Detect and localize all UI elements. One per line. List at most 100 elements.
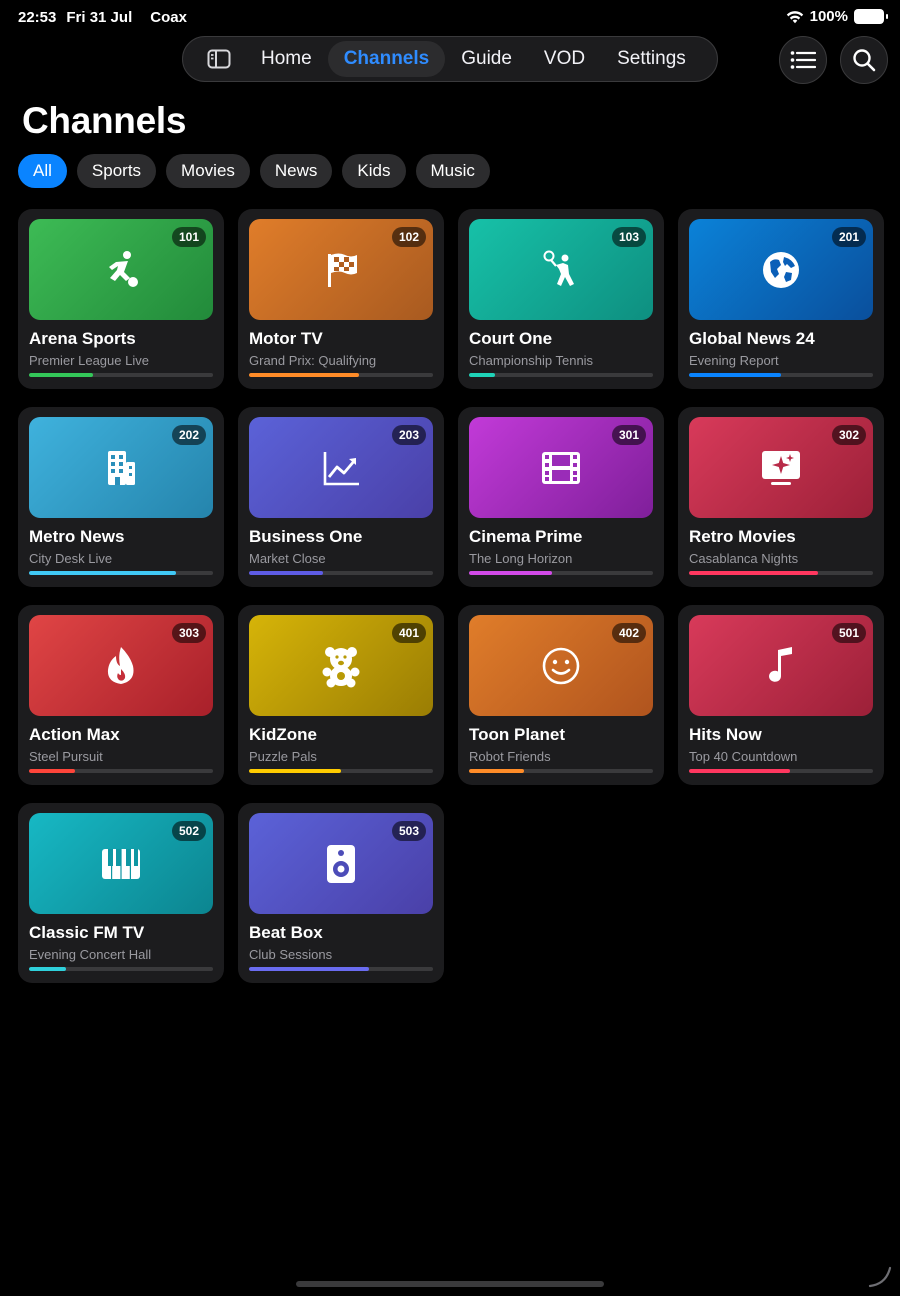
- program-progress-bar: [249, 373, 433, 377]
- tab-home[interactable]: Home: [245, 41, 328, 77]
- channel-card[interactable]: 502 Classic FM TV Evening Concert Hall: [18, 803, 224, 983]
- channel-name: Global News 24: [689, 329, 815, 348]
- channel-card[interactable]: 201 Global News 24 Evening Report: [678, 209, 884, 389]
- tab-vod[interactable]: VOD: [528, 41, 601, 77]
- channel-thumbnail: 201: [689, 219, 873, 320]
- program-progress-bar: [29, 571, 213, 575]
- channel-card[interactable]: 402 Toon Planet Robot Friends: [458, 605, 664, 785]
- channel-card[interactable]: 102 Motor TV Grand Prix: Qualifying: [238, 209, 444, 389]
- channel-number-badge: 101: [171, 227, 206, 247]
- tab-channels[interactable]: Channels: [327, 41, 446, 77]
- sidebar-toggle-button[interactable]: [193, 41, 245, 77]
- program-progress-bar: [249, 571, 433, 575]
- tab-guide[interactable]: Guide: [445, 41, 528, 77]
- program-progress-bar: [29, 967, 213, 971]
- channel-card[interactable]: 501 Hits Now Top 40 Countdown: [678, 605, 884, 785]
- channel-thumbnail: 302: [689, 417, 873, 518]
- program-progress-fill: [249, 571, 323, 575]
- channel-program: Casablanca Nights: [689, 551, 799, 566]
- program-progress-bar: [469, 769, 653, 773]
- channel-name: Arena Sports: [29, 329, 136, 348]
- filter-kids[interactable]: Kids: [342, 154, 406, 188]
- channel-program: Premier League Live: [29, 353, 149, 368]
- channel-program: The Long Horizon: [469, 551, 573, 566]
- program-progress-fill: [689, 769, 791, 773]
- list-icon: [790, 51, 816, 69]
- channel-thumbnail: 102: [249, 219, 433, 320]
- program-progress-bar: [469, 571, 653, 575]
- channel-card[interactable]: 303 Action Max Steel Pursuit: [18, 605, 224, 785]
- channel-name: Business One: [249, 527, 363, 546]
- program-progress-fill: [29, 373, 94, 377]
- building-icon: [99, 446, 143, 490]
- filter-news[interactable]: News: [259, 154, 333, 188]
- program-progress-fill: [249, 769, 341, 773]
- channel-thumbnail: 203: [249, 417, 433, 518]
- channel-card[interactable]: 202 Metro News City Desk Live: [18, 407, 224, 587]
- channel-thumbnail: 101: [29, 219, 213, 320]
- channel-program: Grand Prix: Qualifying: [249, 353, 377, 368]
- program-progress-fill: [469, 571, 552, 575]
- channel-card[interactable]: 401 KidZone Puzzle Pals: [238, 605, 444, 785]
- channel-number-badge: 303: [171, 623, 206, 643]
- channel-card[interactable]: 103 Court One Championship Tennis: [458, 209, 664, 389]
- category-filters: All Sports Movies News Kids Music: [18, 154, 490, 188]
- search-button[interactable]: [840, 36, 888, 84]
- channel-name: Action Max: [29, 725, 120, 744]
- filter-sports[interactable]: Sports: [76, 154, 157, 188]
- tennis-player-icon: [539, 248, 583, 292]
- status-date: Fri 31 Jul: [66, 9, 133, 26]
- program-progress-bar: [249, 967, 433, 971]
- channel-number-badge: 202: [171, 425, 206, 445]
- channel-program: Top 40 Countdown: [689, 749, 798, 764]
- program-progress-fill: [29, 769, 75, 773]
- page-title: Channels: [22, 100, 187, 141]
- chart-up-icon: [319, 446, 363, 490]
- list-view-button[interactable]: [779, 36, 827, 84]
- channel-number-badge: 503: [391, 821, 426, 841]
- program-progress-bar: [29, 373, 213, 377]
- channel-program: Robot Friends: [469, 749, 551, 764]
- channel-program: Evening Report: [689, 353, 779, 368]
- program-progress-fill: [689, 571, 818, 575]
- channel-number-badge: 302: [831, 425, 866, 445]
- channel-number-badge: 502: [171, 821, 206, 841]
- channel-thumbnail: 503: [249, 813, 433, 914]
- music-note-icon: [759, 644, 803, 688]
- status-time: 22:53: [18, 9, 57, 26]
- channel-thumbnail: 502: [29, 813, 213, 914]
- channel-thumbnail: 202: [29, 417, 213, 518]
- filter-music[interactable]: Music: [415, 154, 490, 188]
- globe-icon: [759, 248, 803, 292]
- channel-card[interactable]: 503 Beat Box Club Sessions: [238, 803, 444, 983]
- channel-name: Retro Movies: [689, 527, 796, 546]
- tab-settings[interactable]: Settings: [601, 41, 702, 77]
- channel-card[interactable]: 301 Cinema Prime The Long Horizon: [458, 407, 664, 587]
- program-progress-bar: [249, 769, 433, 773]
- filter-movies[interactable]: Movies: [166, 154, 250, 188]
- channel-grid: 101 Arena Sports Premier League Live 102…: [18, 209, 884, 983]
- channel-name: Metro News: [29, 527, 125, 546]
- checkered-flag-icon: [319, 248, 363, 292]
- piano-keys-icon: [99, 842, 143, 886]
- channel-card[interactable]: 302 Retro Movies Casablanca Nights: [678, 407, 884, 587]
- channel-thumbnail: 501: [689, 615, 873, 716]
- channel-name: Motor TV: [249, 329, 323, 348]
- resize-handle-icon: [868, 1266, 892, 1288]
- status-app-name: Coax: [150, 9, 187, 26]
- channel-card[interactable]: 101 Arena Sports Premier League Live: [18, 209, 224, 389]
- channel-card[interactable]: 203 Business One Market Close: [238, 407, 444, 587]
- film-icon: [539, 446, 583, 490]
- channel-thumbnail: 103: [469, 219, 653, 320]
- smiley-icon: [539, 644, 583, 688]
- status-bar: 22:53 Fri 31 Jul Coax 100%: [0, 0, 900, 36]
- home-indicator[interactable]: [296, 1281, 604, 1287]
- channel-program: City Desk Live: [29, 551, 113, 566]
- search-icon: [853, 49, 876, 72]
- channel-program: Championship Tennis: [469, 353, 594, 368]
- status-right: 100%: [786, 8, 888, 25]
- filter-all[interactable]: All: [18, 154, 67, 188]
- channel-name: Court One: [469, 329, 553, 348]
- channel-name: KidZone: [249, 725, 317, 744]
- program-progress-bar: [689, 373, 873, 377]
